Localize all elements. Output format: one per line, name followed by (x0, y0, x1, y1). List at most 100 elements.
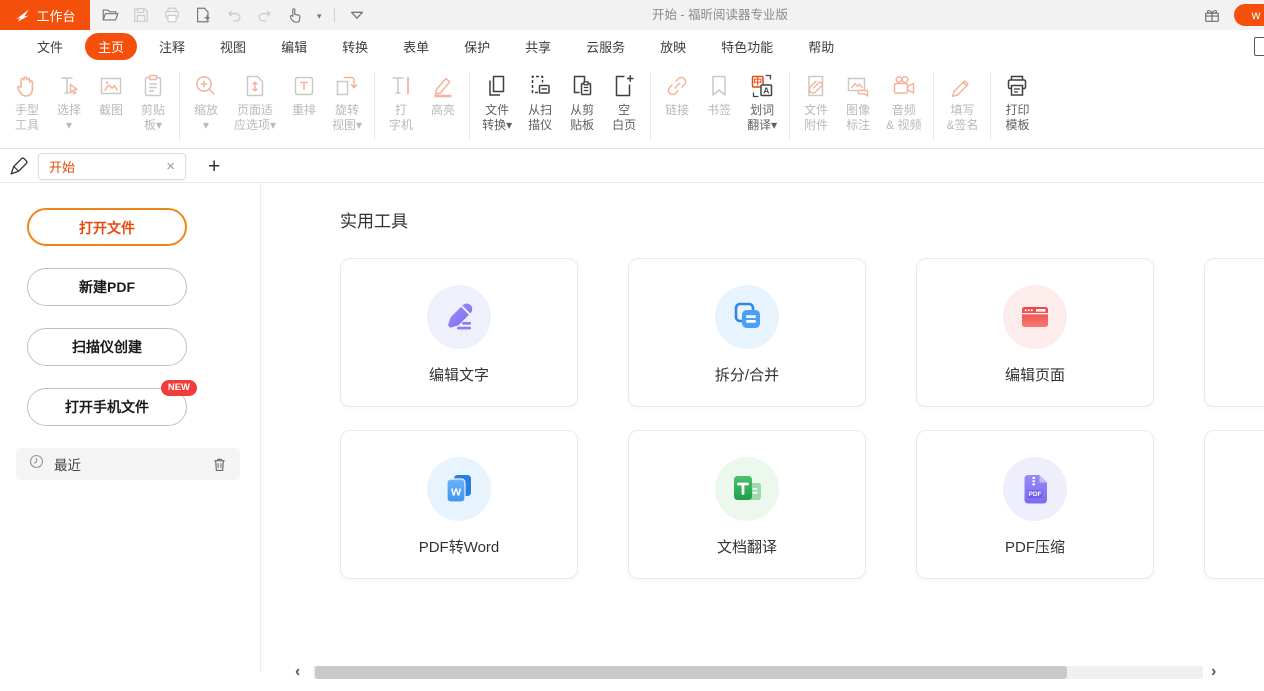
card-split-merge[interactable]: 拆分/合并 (628, 258, 866, 407)
card-split-merge-label: 拆分/合并 (715, 364, 779, 385)
card-pdf-to-word-label: PDF转Word (419, 536, 500, 557)
ribbon-typewriter-label: 打 字机 (389, 103, 413, 133)
menu-comment[interactable]: 注释 (146, 33, 198, 60)
menu-convert[interactable]: 转换 (329, 33, 381, 60)
ribbon-group-divider (933, 72, 934, 140)
ribbon-from-clipboard[interactable]: 从剪 贴板 (561, 71, 603, 133)
card-doc-translate[interactable]: 文档翻译 (628, 430, 866, 579)
scroll-right-arrow[interactable]: › (1211, 664, 1216, 680)
scanner-create-button[interactable]: 扫描仪创建 (27, 328, 187, 366)
from-scanner-icon (526, 71, 554, 101)
ribbon-snapshot-label: 截图 (99, 103, 123, 118)
new-doc-icon[interactable] (193, 5, 213, 25)
menu-view[interactable]: 视图 (207, 33, 259, 60)
menu-cloud-service[interactable]: 云服务 (573, 33, 638, 60)
promo-button[interactable]: w (1234, 4, 1264, 26)
menu-file[interactable]: 文件 (24, 33, 76, 60)
gift-icon[interactable] (1202, 5, 1222, 25)
menu-edit[interactable]: 编辑 (268, 33, 320, 60)
ribbon-select[interactable]: 选择 ▾ (48, 71, 90, 133)
card-edit-text-label: 编辑文字 (429, 364, 489, 385)
ribbon-reflow[interactable]: 重排 (283, 71, 325, 118)
ribbon-page-fit-options[interactable]: 页面适 应选项▾ (227, 71, 283, 133)
open-file-button[interactable]: 打开文件 (27, 208, 187, 246)
pen-nib-icon[interactable] (8, 155, 30, 177)
touch-icon[interactable] (286, 5, 306, 25)
edit-text-icon (427, 285, 491, 349)
card-partial[interactable] (1204, 430, 1264, 579)
svg-text:A: A (763, 85, 769, 95)
card-edit-text[interactable]: 编辑文字 (340, 258, 578, 407)
horizontal-scrollbar[interactable] (313, 666, 1203, 679)
card-edit-pages-label: 编辑页面 (1005, 364, 1065, 385)
ribbon-highlight-label: 高亮 (431, 103, 455, 118)
card-doc-translate-label: 文档翻译 (717, 536, 777, 557)
scroll-left-arrow[interactable]: ‹ (295, 664, 300, 680)
ribbon-snapshot[interactable]: 截图 (90, 71, 132, 118)
recent-files-row[interactable]: 最近 (16, 448, 240, 480)
ribbon-image-annotation[interactable]: 图像 标注 (837, 71, 879, 133)
reflow-icon (290, 71, 318, 101)
ribbon-group-divider (374, 72, 375, 140)
panel-icon[interactable] (1254, 37, 1264, 56)
trash-icon[interactable] (211, 456, 228, 473)
ribbon-blank-page-label: 空 白页 (612, 103, 636, 133)
select-icon (55, 71, 83, 101)
ribbon-select-label: 选择 ▾ (57, 103, 81, 133)
folder-icon[interactable] (100, 5, 120, 25)
ribbon-link[interactable]: 链接 (656, 71, 698, 118)
open-phone-file-button[interactable]: 打开手机文件NEW (27, 388, 187, 426)
ribbon-file-convert[interactable]: 文件 转换▾ (475, 71, 519, 133)
menu-form[interactable]: 表单 (390, 33, 442, 60)
ribbon-typewriter[interactable]: 打 字机 (380, 71, 422, 133)
tabbar: 开始 × + (0, 150, 1264, 183)
clock-icon (28, 453, 45, 475)
hand-mode-dropdown-arrow[interactable]: ▾ (317, 6, 322, 24)
ribbon-from-scanner[interactable]: 从扫 描仪 (519, 71, 561, 133)
ribbon-zoom[interactable]: 缩放 ▾ (185, 71, 227, 133)
ribbon-print-template[interactable]: 打印 模板 (996, 71, 1038, 133)
new-pdf-button[interactable]: 新建PDF (27, 268, 187, 306)
card-partial[interactable] (1204, 258, 1264, 407)
menu-home[interactable]: 主页 (85, 33, 137, 60)
ribbon-fill-sign[interactable]: 填写 &签名 (939, 71, 985, 133)
customize-toolbar-icon[interactable] (347, 5, 367, 25)
recent-label: 最近 (54, 454, 81, 474)
card-pdf-compress-label: PDF压缩 (1005, 536, 1065, 557)
redo-icon (255, 5, 275, 25)
card-edit-pages[interactable]: 编辑页面 (916, 258, 1154, 407)
typewriter-icon (387, 71, 415, 101)
ribbon-clipboard-label: 剪贴 板▾ (141, 103, 165, 133)
new-tab-button[interactable]: + (208, 156, 220, 177)
ribbon-bookmark[interactable]: 书签 (698, 71, 740, 118)
ribbon-rotate-view[interactable]: 旋转 视图▾ (325, 71, 369, 133)
sidebar: 打开文件新建PDF 扫描仪创建打开手机文件NEW 最近 (0, 183, 261, 672)
ribbon-audio-video[interactable]: 音频 & 视频 (879, 71, 928, 133)
card-pdf-to-word[interactable]: wPDF转Word (340, 430, 578, 579)
tab-close-icon[interactable]: × (166, 159, 175, 174)
ribbon-highlight[interactable]: 高亮 (422, 71, 464, 118)
scrollbar-thumb[interactable] (315, 666, 1067, 679)
ribbon-toolbar: 手型 工具选择 ▾ 截图 剪贴 板▾ 缩放 ▾页面适 应选项▾重排旋转 视图▾ 打 字机… (0, 62, 1264, 149)
save-icon (131, 5, 151, 25)
ribbon-clipboard[interactable]: 剪贴 板▾ (132, 71, 174, 133)
ribbon-hand-tool[interactable]: 手型 工具 (6, 71, 48, 133)
menu-share[interactable]: 共享 (512, 33, 564, 60)
menu-special-features[interactable]: 特色功能 (708, 33, 786, 60)
ribbon-word-translate[interactable]: 中A划词 翻译▾ (740, 71, 784, 133)
snapshot-icon (97, 71, 125, 101)
undo-icon (224, 5, 244, 25)
print-template-icon (1003, 71, 1031, 101)
promo-label: w (1252, 8, 1261, 22)
menu-help[interactable]: 帮助 (795, 33, 847, 60)
ribbon-blank-page[interactable]: 空 白页 (603, 71, 645, 133)
ribbon-word-translate-label: 划词 翻译▾ (747, 103, 777, 133)
card-pdf-compress[interactable]: PDFPDF压缩 (916, 430, 1154, 579)
menu-protect[interactable]: 保护 (451, 33, 503, 60)
menu-present[interactable]: 放映 (647, 33, 699, 60)
ribbon-audio-video-label: 音频 & 视频 (886, 103, 921, 133)
tab-start[interactable]: 开始 × (38, 153, 186, 180)
workspace-button[interactable]: 工作台 (0, 0, 90, 30)
attachment-icon (802, 71, 830, 101)
ribbon-file-attachment[interactable]: 文件 附件 (795, 71, 837, 133)
